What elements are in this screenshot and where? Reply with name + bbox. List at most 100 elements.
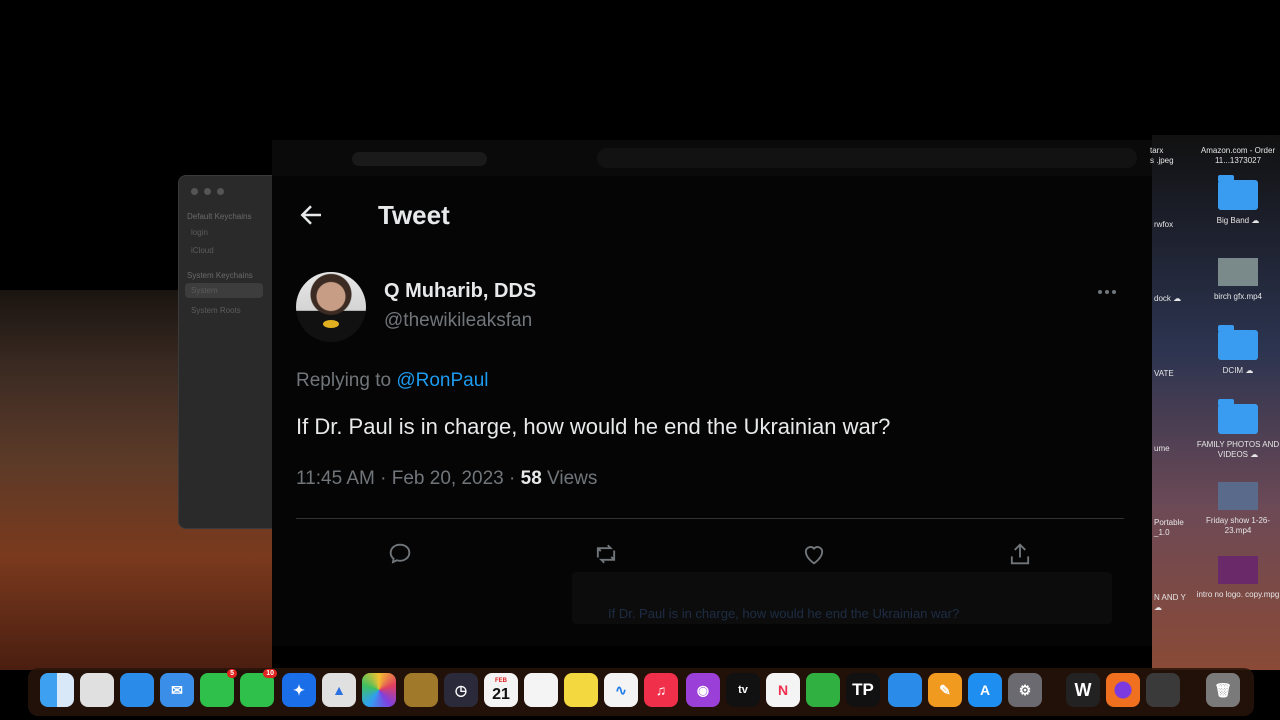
finder-icon[interactable] xyxy=(40,673,74,707)
tweet-meta: 11:45 AM · Feb 20, 2023 · 58 Views xyxy=(296,468,597,490)
avatar[interactable] xyxy=(296,272,366,342)
folder-icon xyxy=(1218,175,1258,210)
like-button[interactable] xyxy=(796,536,832,572)
desktop-partial-label: rwfox xyxy=(1154,220,1174,229)
desktop-partial-label: tarx xyxy=(1150,146,1164,155)
heart-icon xyxy=(804,546,824,565)
podcasts-icon[interactable]: ◉ xyxy=(686,673,720,707)
keychain-window: Default Keychains login iCloud System Ke… xyxy=(178,175,274,529)
keychain-item-system-roots[interactable]: System Roots xyxy=(191,306,267,315)
replying-to-link[interactable]: @RonPaul xyxy=(396,370,488,391)
teleprompter-icon[interactable]: TP xyxy=(846,673,880,707)
tweet-text: If Dr. Paul is in charge, how would he e… xyxy=(296,414,891,439)
desktop-partial-label: s .jpeg xyxy=(1150,156,1174,165)
arrow-left-icon xyxy=(300,205,321,225)
retweet-icon xyxy=(596,544,616,564)
desktop-item-family-photos[interactable]: FAMILY PHOTOS AND VIDEOS ☁ xyxy=(1196,399,1280,460)
reply-button[interactable] xyxy=(382,536,418,572)
desktop-item-label: Amazon.com - Order 11...1373027 xyxy=(1200,146,1276,165)
reply-ghost-text: If Dr. Paul is in charge, how would he e… xyxy=(608,606,960,621)
photos-icon[interactable] xyxy=(362,673,396,707)
tp-label: TP xyxy=(852,680,874,699)
desktop-partial-label: dock ☁ xyxy=(1154,294,1182,303)
system-settings-icon[interactable]: ⚙ xyxy=(1008,673,1042,707)
author-handle[interactable]: @thewikileaksfan xyxy=(384,310,532,332)
browser-toolbar xyxy=(272,140,1152,176)
desktop-partial-label: ume xyxy=(1154,444,1170,453)
messages-badge: 10 xyxy=(263,669,277,678)
desktop-item-label: intro no logo. copy.mpg xyxy=(1196,590,1280,599)
calendar-icon[interactable]: FEB 21 xyxy=(484,673,518,707)
desktop-item-label: birch gfx.mp4 xyxy=(1213,292,1263,301)
reply-icon xyxy=(389,543,411,564)
video-thumbnail-icon xyxy=(1218,258,1258,286)
notes-icon[interactable] xyxy=(564,673,598,707)
desktop-partial-label: VATE xyxy=(1154,369,1174,378)
window-controls xyxy=(191,188,224,195)
reminders-icon[interactable] xyxy=(524,673,558,707)
page-title: Tweet xyxy=(378,200,450,230)
desktop-item-label: DCIM ☁ xyxy=(1222,366,1254,375)
launchpad-icon[interactable] xyxy=(80,673,114,707)
apple-tv-icon[interactable]: tv xyxy=(726,673,760,707)
tweet-timestamp[interactable]: 11:45 AM · Feb 20, 2023 · xyxy=(296,468,521,489)
word-icon[interactable]: W xyxy=(1066,673,1100,707)
folder-icon xyxy=(1218,325,1258,360)
desktop-item-label: Big Band ☁ xyxy=(1216,216,1260,225)
share-icon xyxy=(1010,543,1030,565)
keychain-group-default: Default Keychains xyxy=(187,212,252,221)
desktop-item-birch-gfx[interactable]: birch gfx.mp4 xyxy=(1196,258,1280,302)
author-display-name[interactable]: Q Muharib, DDS xyxy=(384,280,536,303)
video-thumbnail-icon xyxy=(1218,482,1258,510)
freeform-icon[interactable]: ∿ xyxy=(604,673,638,707)
desktop-partial-label: N AND Y ☁ xyxy=(1154,593,1186,612)
calendar-day: 21 xyxy=(492,686,510,703)
desktop-item-label: Friday show 1-26-23.mp4 xyxy=(1205,516,1271,535)
tweet-actions xyxy=(296,536,1124,576)
numbers-icon[interactable] xyxy=(806,673,840,707)
maps-icon[interactable]: ▲ xyxy=(322,673,356,707)
firefox-icon[interactable] xyxy=(1106,673,1140,707)
keychain-item-system[interactable]: System xyxy=(185,283,263,298)
pages-icon[interactable]: ✎ xyxy=(928,673,962,707)
back-button[interactable] xyxy=(296,200,326,230)
desktop-item-dcim[interactable]: DCIM ☁ xyxy=(1196,325,1280,376)
more-options-icon[interactable] xyxy=(1098,286,1122,298)
messages-icon[interactable]: 10 xyxy=(240,669,277,707)
folder-icon xyxy=(1218,399,1258,434)
desktop-item-amazon[interactable]: Amazon.com - Order 11...1373027 xyxy=(1196,146,1280,166)
desktop-item-big-band[interactable]: Big Band ☁ xyxy=(1196,175,1280,226)
dropbox-icon[interactable]: ✦ xyxy=(282,673,316,707)
views-count: 58 xyxy=(520,468,542,489)
keychain-item-icloud[interactable]: iCloud xyxy=(191,246,267,255)
desktop-partial-label: Portable _1.0 xyxy=(1154,518,1184,537)
mail-icon[interactable]: ✉ xyxy=(160,673,194,707)
keynote-icon[interactable] xyxy=(888,673,922,707)
desktop-item-intro[interactable]: intro no logo. copy.mpg xyxy=(1196,556,1280,600)
keychain-group-system: System Keychains xyxy=(187,271,253,280)
trash-icon[interactable]: 🗑 xyxy=(1206,673,1240,707)
retweet-button[interactable] xyxy=(588,536,624,572)
clock-icon[interactable]: ◷ xyxy=(444,673,478,707)
video-thumbnail-icon xyxy=(1218,556,1258,584)
desktop-item-label: FAMILY PHOTOS AND VIDEOS ☁ xyxy=(1196,440,1280,459)
divider xyxy=(296,518,1124,519)
music-icon[interactable]: ♫ xyxy=(644,673,678,707)
toolbar-pill xyxy=(352,152,487,166)
desktop-item-friday-show[interactable]: Friday show 1-26-23.mp4 xyxy=(1196,482,1280,536)
views-label: Views xyxy=(547,468,598,489)
toolbar-address-area xyxy=(597,148,1137,168)
app-store-icon[interactable]: A xyxy=(968,673,1002,707)
facetime-badge: 5 xyxy=(227,669,237,678)
share-button[interactable] xyxy=(1002,536,1038,572)
tweet-panel: Tweet Q Muharib, DDS @thewikileaksfan Re… xyxy=(272,176,1152,646)
replying-to-line: Replying to @RonPaul xyxy=(296,370,489,392)
preview-icon[interactable] xyxy=(1146,673,1180,707)
contacts-icon[interactable] xyxy=(404,673,438,707)
news-icon[interactable]: N xyxy=(766,673,800,707)
safari-icon[interactable] xyxy=(120,673,154,707)
keychain-item-login[interactable]: login xyxy=(191,228,267,237)
facetime-icon[interactable]: 5 xyxy=(200,669,237,707)
calendar-month: FEB xyxy=(495,678,507,684)
replying-prefix: Replying to xyxy=(296,370,392,391)
